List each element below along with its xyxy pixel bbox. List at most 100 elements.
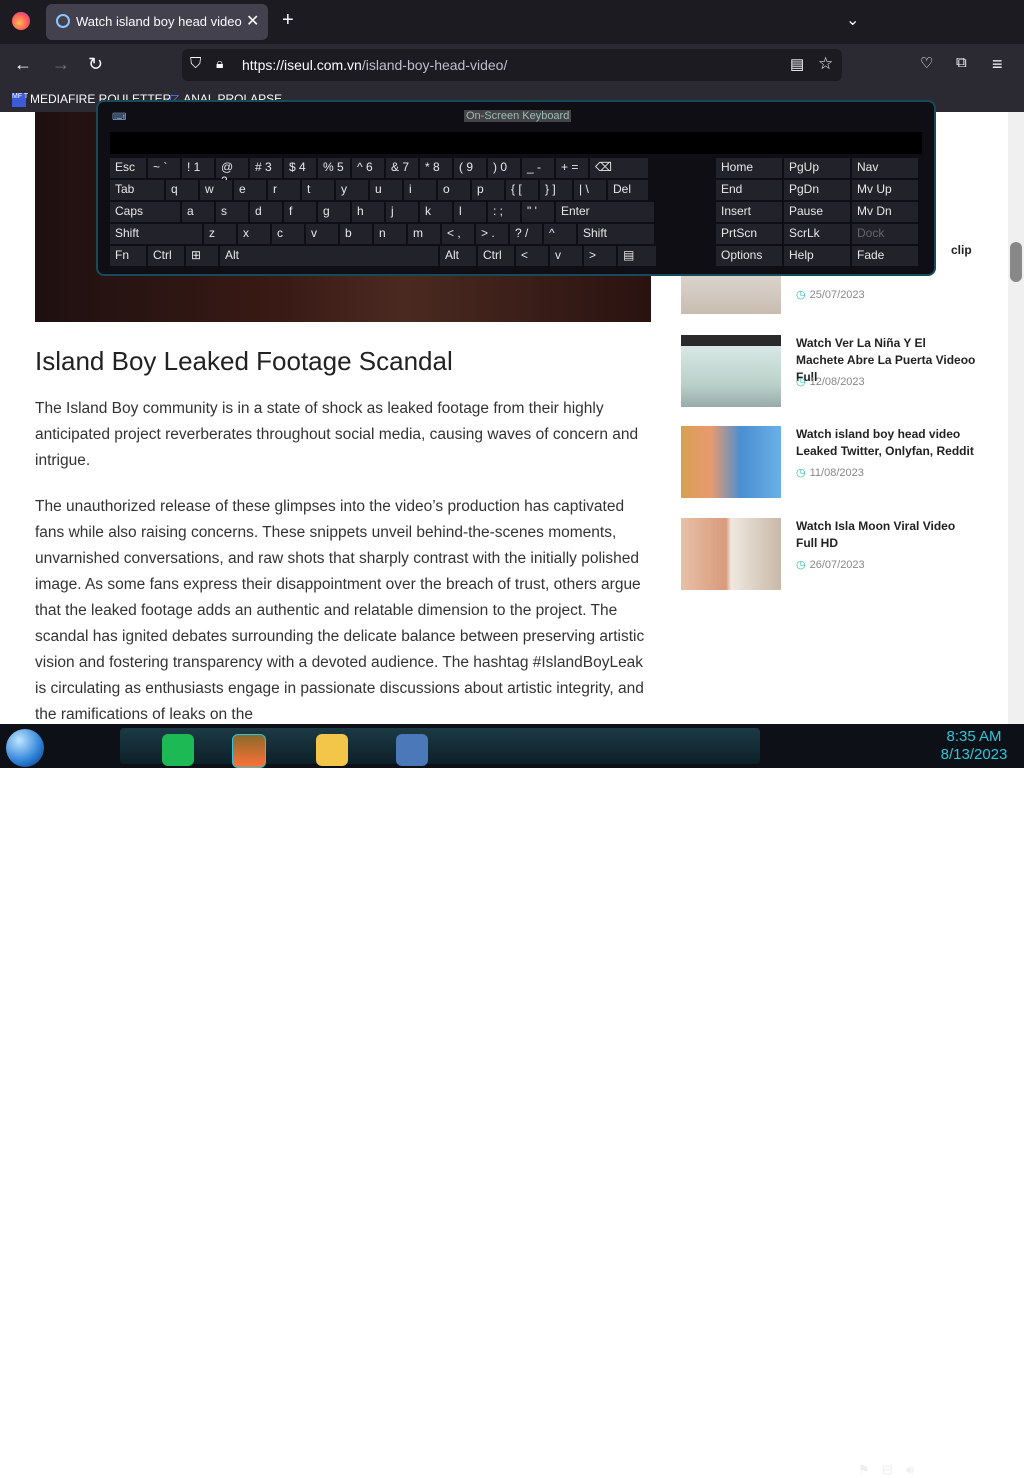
tab-close-icon[interactable]: ✕ bbox=[246, 11, 259, 31]
osk-key[interactable]: End bbox=[716, 180, 782, 200]
osk-key[interactable]: g bbox=[318, 202, 350, 222]
osk-key[interactable]: y bbox=[336, 180, 368, 200]
osk-key[interactable]: $ 4 bbox=[284, 158, 316, 178]
osk-key[interactable]: x bbox=[238, 224, 270, 244]
osk-key[interactable]: ! 1 bbox=[182, 158, 214, 178]
osk-key[interactable]: + = bbox=[556, 158, 588, 178]
tab-list-chevron-icon[interactable]: ⌄ bbox=[846, 10, 859, 30]
osk-key[interactable]: < , bbox=[442, 224, 474, 244]
flag-icon[interactable]: ⚑ bbox=[858, 1462, 870, 1478]
osk-key[interactable]: o bbox=[438, 180, 470, 200]
shield-icon[interactable]: ⛉ bbox=[190, 55, 201, 72]
osk-key[interactable]: w bbox=[200, 180, 232, 200]
osk-key[interactable]: ^ 6 bbox=[352, 158, 384, 178]
osk-key[interactable]: Insert bbox=[716, 202, 782, 222]
osk-key[interactable]: ^ bbox=[544, 224, 576, 244]
bookmark-star-icon[interactable]: ☆ bbox=[818, 54, 833, 74]
osk-key[interactable]: m bbox=[408, 224, 440, 244]
new-tab-icon[interactable]: + bbox=[282, 9, 294, 32]
file-explorer-icon[interactable] bbox=[316, 734, 348, 766]
osk-key[interactable]: } ] bbox=[540, 180, 572, 200]
page-scrollbar[interactable] bbox=[1008, 112, 1024, 724]
post-thumbnail[interactable] bbox=[681, 335, 781, 407]
osk-key[interactable]: Tab bbox=[110, 180, 164, 200]
osk-key[interactable]: Ctrl bbox=[148, 246, 184, 266]
osk-key[interactable]: # 3 bbox=[250, 158, 282, 178]
osk-key[interactable]: d bbox=[250, 202, 282, 222]
osk-key[interactable]: _ - bbox=[522, 158, 554, 178]
osk-key[interactable]: i bbox=[404, 180, 436, 200]
reader-view-icon[interactable]: ▤ bbox=[790, 55, 804, 73]
post-thumbnail[interactable] bbox=[681, 518, 781, 590]
osk-key[interactable]: * 8 bbox=[420, 158, 452, 178]
osk-key[interactable]: r bbox=[268, 180, 300, 200]
reload-icon[interactable]: ↻ bbox=[88, 54, 103, 75]
osk-key[interactable]: h bbox=[352, 202, 384, 222]
osk-key[interactable]: v bbox=[550, 246, 582, 266]
osk-key[interactable]: s bbox=[216, 202, 248, 222]
spotify-icon[interactable] bbox=[162, 734, 194, 766]
lock-icon[interactable]: 🔒︎ bbox=[216, 55, 223, 72]
osk-key[interactable]: j bbox=[386, 202, 418, 222]
osk-key[interactable]: q bbox=[166, 180, 198, 200]
osk-key[interactable]: p bbox=[472, 180, 504, 200]
firefox-menu-icon[interactable] bbox=[12, 12, 30, 30]
post-title[interactable]: Watch island boy head video Leaked Twitt… bbox=[796, 426, 976, 460]
osk-key[interactable]: ( 9 bbox=[454, 158, 486, 178]
osk-key[interactable]: PgDn bbox=[784, 180, 850, 200]
osk-key[interactable]: Help bbox=[784, 246, 850, 266]
osk-key[interactable]: > . bbox=[476, 224, 508, 244]
osk-key[interactable]: ⊞ bbox=[186, 246, 218, 266]
osk-key[interactable]: Dock bbox=[852, 224, 918, 244]
osk-key[interactable]: Caps bbox=[110, 202, 180, 222]
forward-icon[interactable]: → bbox=[52, 54, 70, 75]
sidebar-post[interactable]: Watch island boy head video Leaked Twitt… bbox=[681, 426, 981, 498]
osk-key[interactable]: u bbox=[370, 180, 402, 200]
keyboard-app-icon[interactable] bbox=[396, 734, 428, 766]
osk-key[interactable]: Del bbox=[608, 180, 648, 200]
osk-key[interactable]: | \ bbox=[574, 180, 606, 200]
osk-key[interactable]: & 7 bbox=[386, 158, 418, 178]
sidebar-post[interactable]: Watch Ver La Niña Y El Machete Abre La P… bbox=[681, 335, 981, 407]
scrollbar-thumb[interactable] bbox=[1010, 242, 1022, 282]
menu-icon[interactable]: ≡ bbox=[992, 54, 1003, 75]
osk-key[interactable]: Alt bbox=[220, 246, 438, 266]
osk-key[interactable]: Alt bbox=[440, 246, 476, 266]
url-text[interactable]: https://iseul.com.vn/island-boy-head-vid… bbox=[242, 57, 507, 73]
start-orb-icon[interactable] bbox=[6, 729, 44, 767]
back-icon[interactable]: ← bbox=[14, 54, 32, 75]
osk-key[interactable]: ) 0 bbox=[488, 158, 520, 178]
osk-key[interactable]: z bbox=[204, 224, 236, 244]
post-thumbnail[interactable] bbox=[681, 426, 781, 498]
osk-key[interactable]: Esc bbox=[110, 158, 146, 178]
extensions-icon[interactable]: ⧉ bbox=[956, 54, 967, 71]
volume-icon[interactable]: 🔊︎ bbox=[906, 1462, 914, 1478]
osk-key[interactable]: : ; bbox=[488, 202, 520, 222]
osk-key[interactable]: v bbox=[306, 224, 338, 244]
taskbar-clock[interactable]: 8:35 AM 8/13/2023 bbox=[934, 728, 1014, 764]
osk-key[interactable]: Mv Up bbox=[852, 180, 918, 200]
osk-key[interactable]: ~ ` bbox=[148, 158, 180, 178]
osk-key[interactable]: Fn bbox=[110, 246, 146, 266]
osk-key[interactable]: > bbox=[584, 246, 616, 266]
osk-key[interactable]: f bbox=[284, 202, 316, 222]
osk-key[interactable]: < bbox=[516, 246, 548, 266]
osk-key[interactable]: Nav bbox=[852, 158, 918, 178]
osk-key[interactable]: n bbox=[374, 224, 406, 244]
osk-key[interactable]: Shift bbox=[110, 224, 202, 244]
osk-key[interactable]: " ' bbox=[522, 202, 554, 222]
osk-key[interactable]: Fade bbox=[852, 246, 918, 266]
sidebar-post[interactable]: Watch Isla Moon Viral Video Full HD ◷ 26/… bbox=[681, 518, 981, 590]
osk-key[interactable]: % 5 bbox=[318, 158, 350, 178]
osk-key[interactable]: t bbox=[302, 180, 334, 200]
osk-key[interactable]: e bbox=[234, 180, 266, 200]
osk-key[interactable]: { [ bbox=[506, 180, 538, 200]
osk-key[interactable]: @ 2 bbox=[216, 158, 248, 188]
osk-key[interactable]: l bbox=[454, 202, 486, 222]
osk-key[interactable]: Home bbox=[716, 158, 782, 178]
osk-key[interactable]: ? / bbox=[510, 224, 542, 244]
osk-key[interactable]: Enter bbox=[556, 202, 654, 222]
post-title[interactable]: Watch Isla Moon Viral Video Full HD bbox=[796, 518, 976, 552]
network-icon[interactable]: ⊟ bbox=[882, 1462, 893, 1478]
osk-key[interactable]: k bbox=[420, 202, 452, 222]
